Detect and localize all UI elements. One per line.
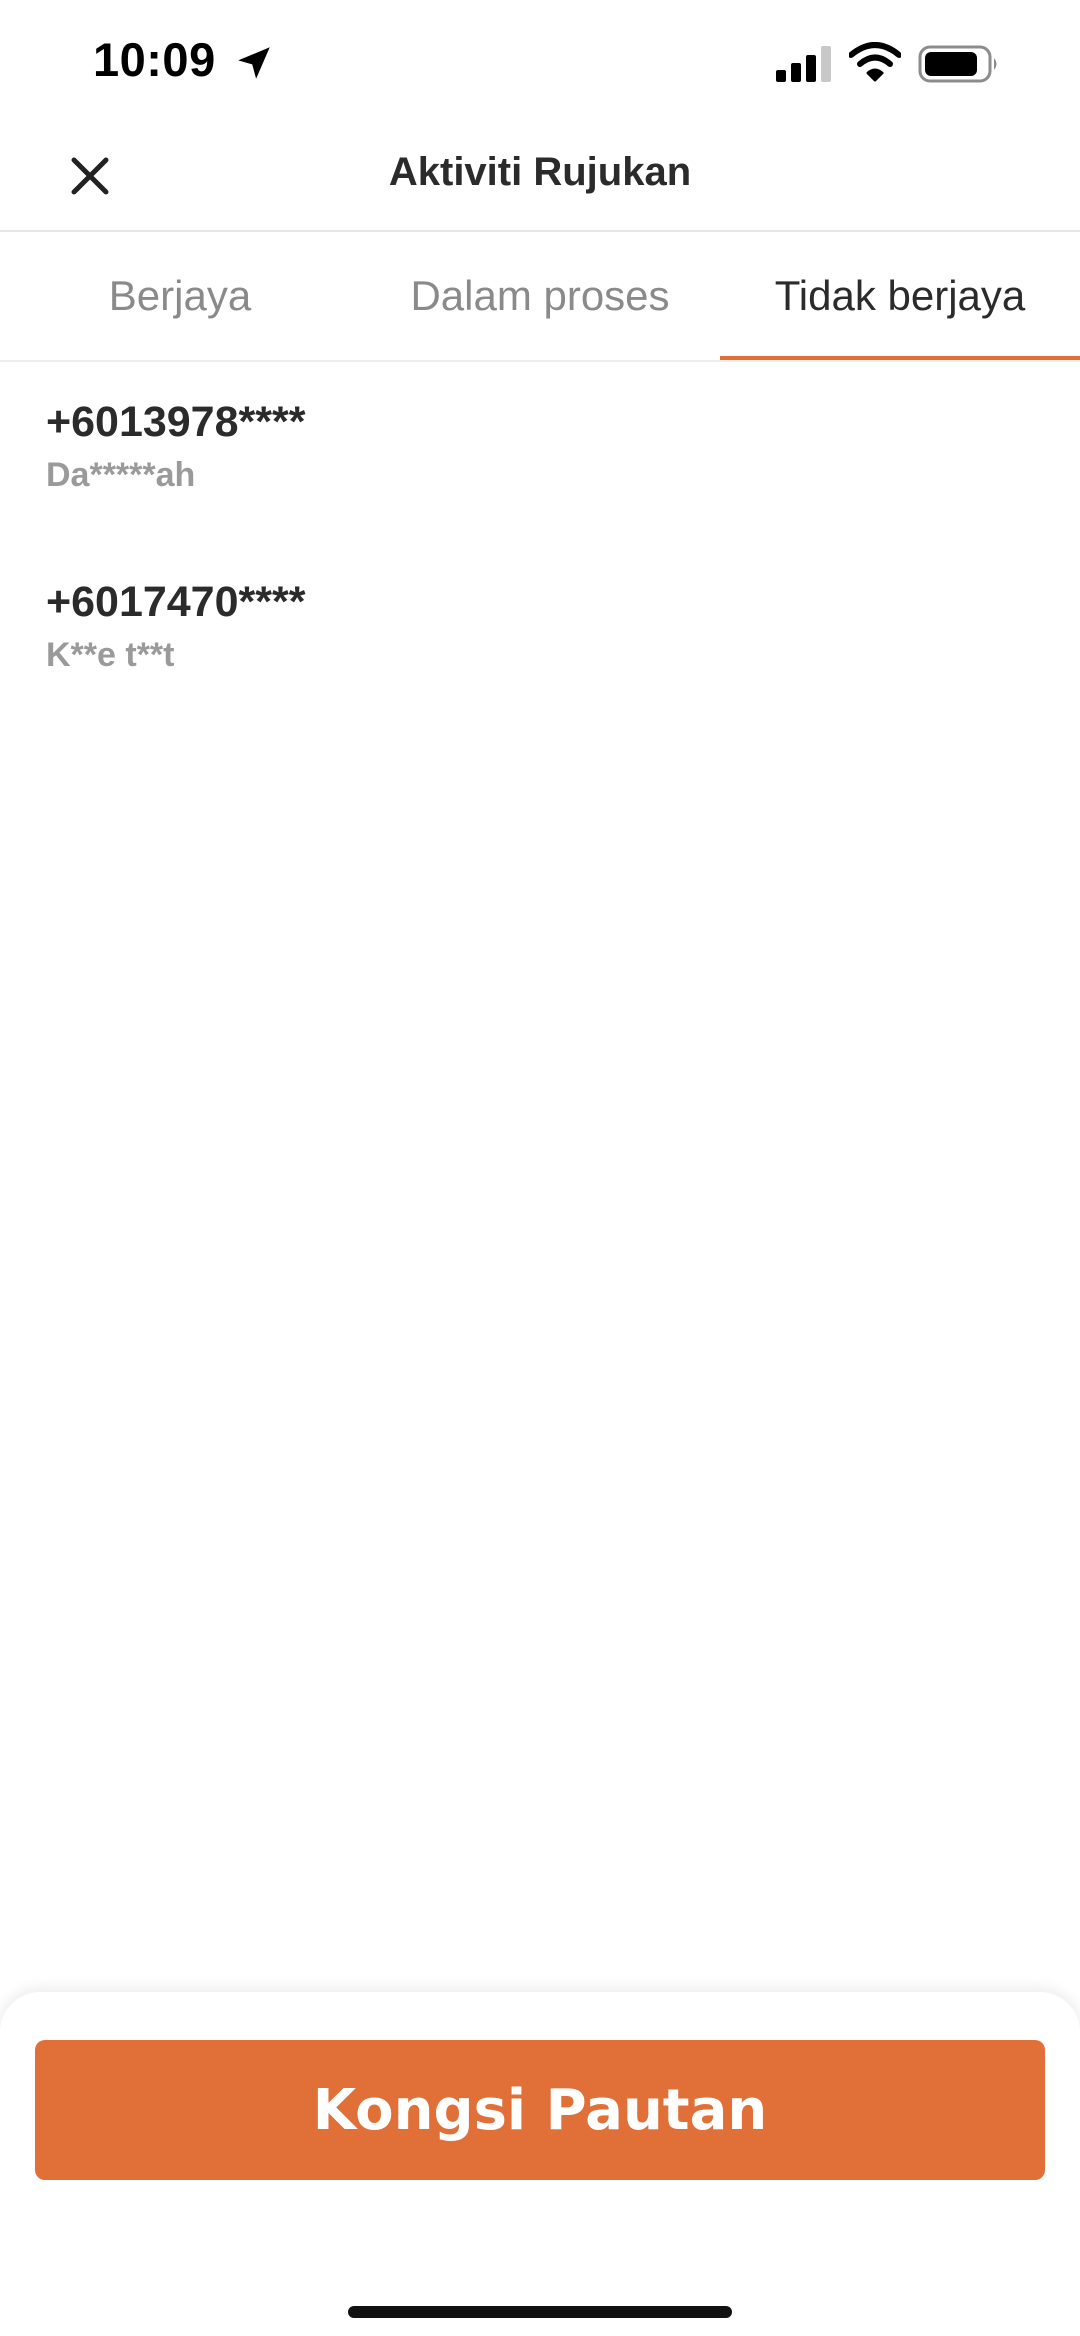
active-tab-indicator <box>720 356 1080 360</box>
page-title: Aktiviti Rujukan <box>388 150 692 194</box>
share-link-button[interactable]: Kongsi Pautan <box>35 2040 1045 2180</box>
tab-tidak-berjaya[interactable]: Tidak berjaya <box>720 232 1080 360</box>
app-header: Aktiviti Rujukan <box>0 120 1080 232</box>
list-item: +6017470**** K**e t**t <box>0 542 1080 722</box>
home-indicator <box>348 2306 732 2318</box>
status-bar: 10:09 <box>0 0 1080 120</box>
referral-phone: +6017470**** <box>46 578 306 626</box>
tab-berjaya[interactable]: Berjaya <box>0 232 360 360</box>
referral-name: Da*****ah <box>46 456 196 494</box>
tab-dalam-proses[interactable]: Dalam proses <box>360 232 720 360</box>
bottom-action-sheet: Kongsi Pautan <box>0 1992 1080 2336</box>
list-item: +6013978**** Da*****ah <box>0 362 1080 542</box>
tab-bar: Berjaya Dalam proses Tidak berjaya <box>0 232 1080 362</box>
wifi-icon <box>849 42 901 82</box>
referral-list: +6013978**** Da*****ah +6017470**** K**e… <box>0 362 1080 722</box>
referral-name: K**e t**t <box>46 636 175 674</box>
location-arrow-icon <box>238 47 270 79</box>
battery-icon <box>918 45 997 83</box>
referral-phone: +6013978**** <box>46 398 306 446</box>
status-time: 10:09 <box>93 33 216 86</box>
cellular-signal-icon <box>776 46 831 82</box>
